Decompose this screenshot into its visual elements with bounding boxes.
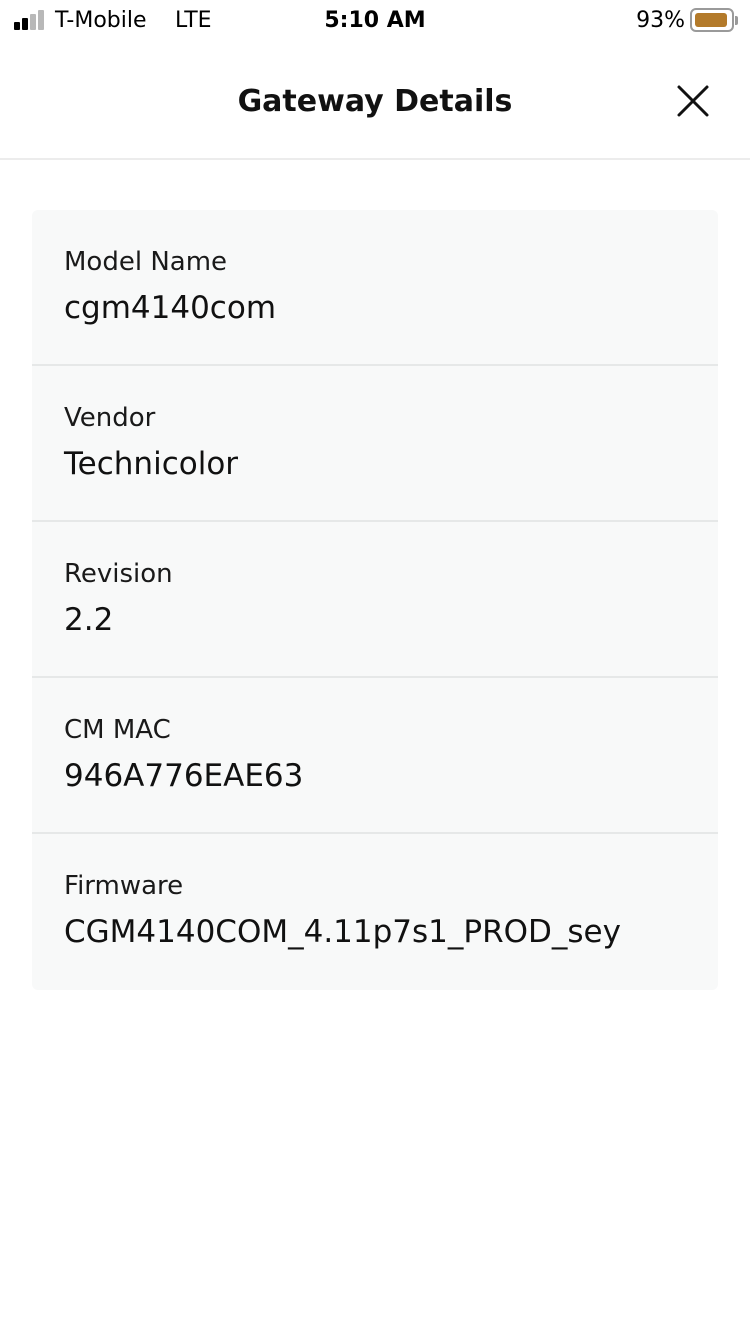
battery-cap	[735, 16, 738, 25]
detail-value: 2.2	[64, 602, 114, 638]
status-bar: T-Mobile LTE 5:10 AM 93%	[0, 0, 750, 40]
detail-row-revision: Revision 2.2	[32, 522, 718, 678]
page-title: Gateway Details	[237, 84, 513, 119]
detail-label: Vendor	[64, 403, 156, 433]
detail-label: Model Name	[64, 247, 228, 277]
detail-label: Revision	[64, 559, 173, 589]
detail-label: CM MAC	[64, 715, 171, 745]
close-icon	[677, 85, 709, 117]
detail-row-model-name: Model Name cgm4140com	[32, 210, 718, 366]
detail-value: 946A776EAE63	[64, 758, 304, 794]
battery-icon	[690, 8, 734, 32]
detail-row-firmware: Firmware CGM4140COM_4.11p7s1_PROD_sey	[32, 834, 718, 990]
battery-fill	[695, 13, 727, 27]
detail-row-cm-mac: CM MAC 946A776EAE63	[32, 678, 718, 834]
detail-value: CGM4140COM_4.11p7s1_PROD_sey	[64, 914, 621, 950]
battery-percent: 93%	[636, 8, 685, 33]
header: Gateway Details	[0, 40, 750, 160]
detail-row-vendor: Vendor Technicolor	[32, 366, 718, 522]
gateway-details-card: Model Name cgm4140com Vendor Technicolor…	[32, 210, 718, 990]
detail-label: Firmware	[64, 871, 184, 901]
close-button[interactable]	[668, 76, 718, 126]
detail-value: cgm4140com	[64, 290, 277, 326]
detail-value: Technicolor	[64, 446, 239, 482]
